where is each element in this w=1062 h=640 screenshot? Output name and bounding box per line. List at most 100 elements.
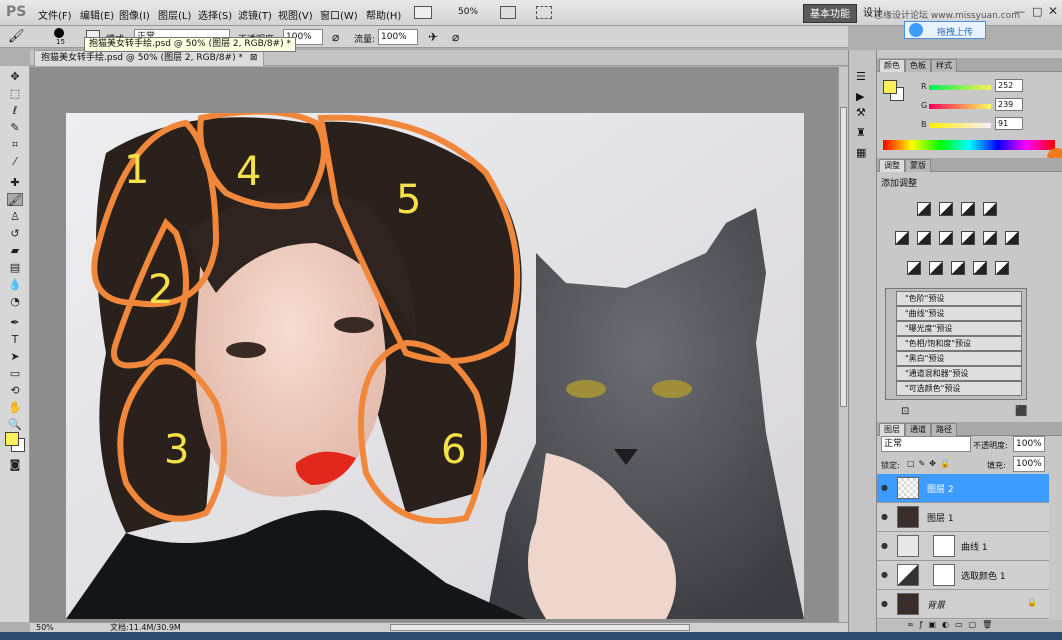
tab-color[interactable]: 颜色 [879,59,905,72]
marquee-tool-icon[interactable]: ⬚ [7,87,23,100]
layer-fill-field[interactable]: 100% [1013,456,1045,472]
gradient-tool-icon[interactable]: ▤ [7,261,23,274]
blend-mode-select[interactable]: 正常 [881,436,971,452]
menu-window[interactable]: 窗口(W) [320,7,358,22]
b-value[interactable]: 91 [995,117,1023,130]
lasso-tool-icon[interactable]: ℓ [7,104,23,117]
screen-mode-icon[interactable] [536,6,552,19]
crop-tool-icon[interactable]: ⌗ [7,138,23,151]
dodge-tool-icon[interactable]: ◔ [7,295,23,308]
photo-filter-icon[interactable] [983,231,997,245]
levels-icon[interactable] [939,202,953,216]
layer-row[interactable]: ● 图层 2 [877,474,1049,503]
menu-select[interactable]: 选择(S) [198,7,232,22]
menu-image[interactable]: 图像(I) [119,7,150,22]
menu-filter[interactable]: 滤镜(T) [238,7,272,22]
zoom-select[interactable]: 50% [458,7,478,17]
layer-opacity-field[interactable]: 100% [1013,436,1045,452]
workspace-basic-button[interactable]: 基本功能 [803,4,857,23]
threshold-icon[interactable] [951,261,965,275]
gradient-map-icon[interactable] [973,261,987,275]
airbrush-icon[interactable]: ✈ [428,30,438,44]
tab-channels[interactable]: 通道 [905,423,931,436]
tab-layers[interactable]: 图层 [879,423,905,436]
b-slider[interactable] [929,123,991,128]
foreground-color-swatch[interactable] [5,432,19,446]
menu-layer[interactable]: 图层(L) [158,7,191,22]
tab-styles[interactable]: 样式 [931,59,957,72]
clone-source-icon[interactable]: ♜ [856,126,866,139]
eye-icon[interactable]: ● [881,570,888,579]
maximize-icon[interactable]: □ [1032,5,1042,18]
eye-icon[interactable]: ● [881,483,888,492]
shape-tool-icon[interactable]: ▭ [7,367,23,380]
exposure-icon[interactable] [983,202,997,216]
hue-saturation-icon[interactable] [917,231,931,245]
flow-field[interactable]: 100% [378,29,418,45]
layer-row[interactable]: ● 背景 🔒 [877,590,1049,619]
healing-brush-tool-icon[interactable]: ✚ [7,176,23,189]
menu-edit[interactable]: 编辑(E) [80,7,114,22]
eye-icon[interactable]: ● [881,541,888,550]
layers-footer-icons[interactable]: ∞ƒ▣◐▭▢🗑 [877,620,1062,632]
clone-stamp-tool-icon[interactable]: ♙ [7,210,23,223]
eye-icon[interactable]: ● [881,599,888,608]
lock-icons[interactable]: ▢✎✥🔒 [907,459,954,468]
color-fg-swatch[interactable] [883,80,897,94]
brush-preset-icon[interactable] [54,28,64,38]
channel-mixer-icon[interactable] [1005,231,1019,245]
invert-icon[interactable] [907,261,921,275]
pressure-size-icon[interactable]: ⌀ [452,30,459,44]
tab-close-icon[interactable]: ⊠ [250,53,258,63]
r-value[interactable]: 252 [995,79,1023,92]
layer-row[interactable]: ● 图层 1 [877,503,1049,532]
blur-tool-icon[interactable]: 💧 [7,278,23,291]
tool-presets-icon[interactable]: ⚒ [856,106,866,119]
status-zoom[interactable]: 50% [36,623,54,632]
g-slider[interactable] [929,104,991,109]
brush-tool-icon[interactable]: 🖌 [8,29,25,44]
preset-item[interactable]: "黑白"预设 [896,351,1022,366]
close-icon[interactable]: ✕ [1048,4,1058,18]
document-canvas[interactable]: 1 2 3 4 5 6 [66,113,804,619]
actions-panel-icon[interactable]: ▶ [856,90,864,103]
black-white-icon[interactable] [961,231,975,245]
horizontal-scrollbar[interactable] [390,624,690,631]
eyedropper-tool-icon[interactable]: ⁄ [7,155,23,168]
r-slider[interactable] [929,85,991,90]
curves-icon[interactable] [961,202,975,216]
character-panel-icon[interactable]: ▦ [856,146,866,159]
vibrance-icon[interactable] [895,231,909,245]
eraser-tool-icon[interactable]: ▰ [7,244,23,257]
pen-tool-icon[interactable]: ✒ [7,316,23,329]
3d-rotate-tool-icon[interactable]: ⟲ [7,384,23,397]
cloud-upload-widget[interactable]: 拖拽上传 [904,21,986,39]
preset-item[interactable]: "色阶"预设 [896,291,1022,306]
selective-color-icon[interactable] [995,261,1009,275]
tab-masks[interactable]: 蒙版 [905,159,931,172]
move-tool-icon[interactable]: ✥ [7,70,23,83]
canvas-scrollbar[interactable] [838,67,848,622]
launch-bridge-icon[interactable] [414,6,432,19]
quick-select-tool-icon[interactable]: ✎ [7,121,23,134]
brightness-icon[interactable] [917,202,931,216]
preset-item[interactable]: "通道混和器"预设 [896,366,1022,381]
minimize-icon[interactable]: — [1014,5,1025,18]
eye-icon[interactable]: ● [881,512,888,521]
hand-tool-icon[interactable]: ✋ [7,401,23,414]
layer-row[interactable]: ● 选取颜色 1 [877,561,1049,590]
document-tab[interactable]: 抱猫美女转手绘.psd @ 50% (图层 2, RGB/8#) * ⊠ [34,50,265,66]
preset-item[interactable]: "曲线"预设 [896,306,1022,321]
pressure-opacity-icon[interactable]: ⌀ [332,30,339,44]
history-panel-icon[interactable]: ☰ [856,70,866,83]
color-balance-icon[interactable] [939,231,953,245]
g-value[interactable]: 239 [995,98,1023,111]
path-select-tool-icon[interactable]: ➤ [7,350,23,363]
tab-paths[interactable]: 路径 [931,423,957,436]
tab-swatches[interactable]: 色板 [905,59,931,72]
history-brush-tool-icon[interactable]: ↺ [7,227,23,240]
preset-item[interactable]: "可选颜色"预设 [896,381,1022,396]
layer-row[interactable]: ● 曲线 1 [877,532,1049,561]
adjust-footer-icon[interactable]: ⊡ [901,406,909,417]
tab-adjustments[interactable]: 调整 [879,159,905,172]
